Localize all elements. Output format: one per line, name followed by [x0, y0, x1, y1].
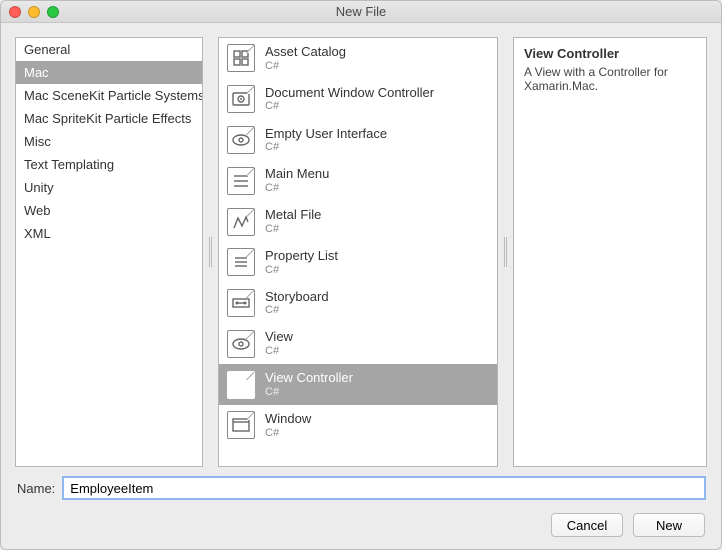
template-item[interactable]: Property ListC# [219, 242, 497, 283]
template-subtitle: C# [265, 223, 321, 236]
name-input[interactable] [63, 477, 705, 499]
category-item[interactable]: Web [16, 199, 202, 222]
view-controller-icon [227, 371, 255, 399]
metal-icon [227, 208, 255, 236]
storyboard-icon [227, 289, 255, 317]
splitter-left[interactable] [207, 37, 214, 467]
template-item[interactable]: Main MenuC# [219, 160, 497, 201]
template-name: Main Menu [265, 166, 329, 182]
view-icon [227, 330, 255, 358]
new-button[interactable]: New [633, 513, 705, 537]
template-subtitle: C# [265, 386, 353, 399]
template-subtitle: C# [265, 100, 434, 113]
template-list[interactable]: Asset CatalogC#Document Window Controlle… [218, 37, 498, 467]
template-subtitle: C# [265, 304, 329, 317]
category-item[interactable]: Unity [16, 176, 202, 199]
template-item[interactable]: WindowC# [219, 405, 497, 446]
name-label: Name: [17, 481, 55, 496]
name-row: Name: [15, 477, 707, 499]
template-item[interactable]: View ControllerC# [219, 364, 497, 405]
window-title: New File [1, 4, 721, 19]
plist-icon [227, 248, 255, 276]
menu-icon [227, 167, 255, 195]
empty-ui-icon [227, 126, 255, 154]
template-subtitle: C# [265, 60, 346, 73]
splitter-right[interactable] [502, 37, 509, 467]
template-name: View Controller [265, 370, 353, 386]
category-item[interactable]: Misc [16, 130, 202, 153]
template-subtitle: C# [265, 264, 338, 277]
panels: GeneralMacMac SceneKit Particle SystemsM… [15, 37, 707, 467]
window-controller-icon [227, 85, 255, 113]
category-item[interactable]: XML [16, 222, 202, 245]
template-item[interactable]: StoryboardC# [219, 283, 497, 324]
category-item[interactable]: Mac SpriteKit Particle Effects [16, 107, 202, 130]
template-name: Property List [265, 248, 338, 264]
category-item[interactable]: Text Templating [16, 153, 202, 176]
category-list[interactable]: GeneralMacMac SceneKit Particle SystemsM… [15, 37, 203, 467]
dialog-body: GeneralMacMac SceneKit Particle SystemsM… [1, 23, 721, 549]
template-item[interactable]: Asset CatalogC# [219, 38, 497, 79]
template-item[interactable]: ViewC# [219, 323, 497, 364]
window-icon [227, 411, 255, 439]
description-title: View Controller [524, 46, 696, 61]
template-subtitle: C# [265, 182, 329, 195]
template-name: Empty User Interface [265, 126, 387, 142]
template-subtitle: C# [265, 427, 311, 440]
description-panel: View Controller A View with a Controller… [513, 37, 707, 467]
template-subtitle: C# [265, 345, 293, 358]
template-subtitle: C# [265, 141, 387, 154]
asset-catalog-icon [227, 44, 255, 72]
template-name: Storyboard [265, 289, 329, 305]
description-text: A View with a Controller for Xamarin.Mac… [524, 65, 696, 93]
category-item[interactable]: General [16, 38, 202, 61]
template-name: View [265, 329, 293, 345]
button-row: Cancel New [15, 509, 707, 539]
category-item[interactable]: Mac [16, 61, 202, 84]
titlebar: New File [1, 1, 721, 23]
template-item[interactable]: Document Window ControllerC# [219, 79, 497, 120]
category-item[interactable]: Mac SceneKit Particle Systems [16, 84, 202, 107]
template-name: Metal File [265, 207, 321, 223]
template-item[interactable]: Empty User InterfaceC# [219, 120, 497, 161]
template-name: Window [265, 411, 311, 427]
template-name: Asset Catalog [265, 44, 346, 60]
template-name: Document Window Controller [265, 85, 434, 101]
new-file-dialog: New File GeneralMacMac SceneKit Particle… [0, 0, 722, 550]
cancel-button[interactable]: Cancel [551, 513, 623, 537]
template-item[interactable]: Metal FileC# [219, 201, 497, 242]
